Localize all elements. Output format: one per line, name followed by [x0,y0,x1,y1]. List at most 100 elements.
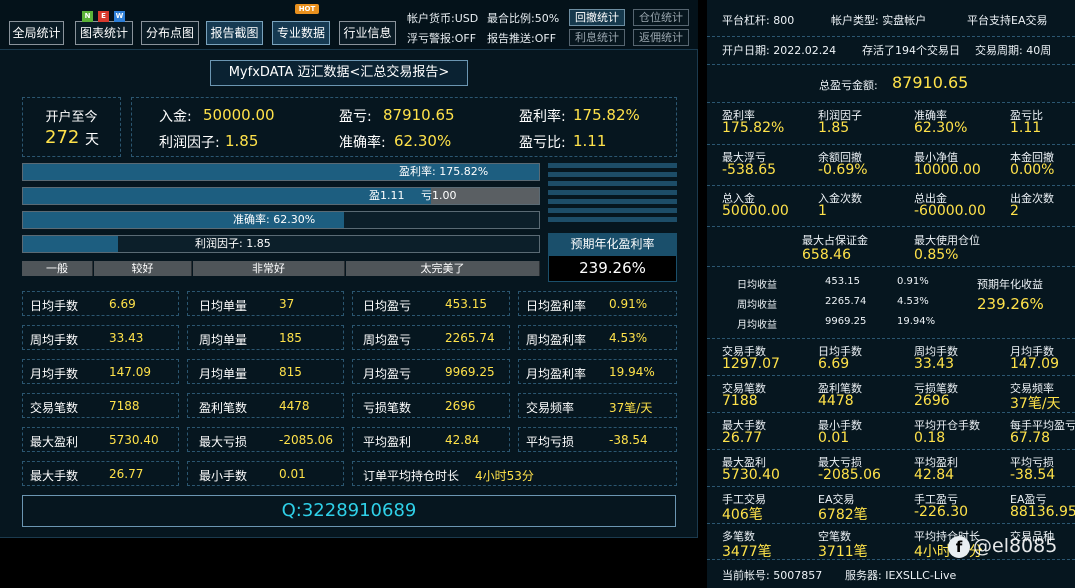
stat-cell: 月均手数 147.09 [22,359,179,384]
accuracy-value: 62.30% [394,132,452,150]
stat-value: 0.91% [609,297,648,311]
max-margin-value: 658.46 [802,247,851,263]
right-stat-value: 0.00% [1010,162,1055,178]
profit-rate-bar: 盈利率: 175.82% [22,163,540,181]
distribution-chart-button[interactable]: 分布点图 [141,21,199,45]
total-profit-value: 87910.65 [892,73,969,92]
right-stat-row: 盈利率 175.82% 利润因子 1.85 准确率 62.30% 盈亏比 1.11 [707,103,1075,145]
stat-label: 周均单量 [199,333,248,347]
stat-label: 交易笔数 [30,401,79,415]
right-stat-value: -60000.00 [914,203,986,219]
open-date-row: 开户日期: 2022.02.24 存活了194个交易日 交易周期: 40周 [707,37,1075,65]
right-stat-row: 最大手数 26.77 最小手数 0.01 平均开仓手数 0.18 每手平均盈亏 67.78 [707,413,1075,450]
right-stat-value: 3711笔 [818,544,868,560]
right-stat-value: -38.54 [1010,467,1056,483]
account-type: 帐户类型: 实盘帐户 [831,14,927,27]
max-ratio: 最合比例:50% [487,12,560,25]
right-stat-value: 2 [1010,203,1019,219]
stat-cell: 平均亏损 -38.54 [518,427,677,452]
stat-value: 6.69 [109,297,136,311]
daily-returns-row: 日均收益 453.15 0.91% 周均收益 2265.74 4.53% 月均收… [707,267,1075,339]
right-stat-value: 3477笔 [722,544,772,560]
stat-cell: 日均单量 37 [187,291,344,316]
win-text: 盈1.11 [369,189,405,202]
position-stats-button[interactable]: 仓位统计 [633,9,689,26]
stat-label: 月均手数 [30,367,79,381]
margin-row: 最大占保证金 658.46 最大使用仓位 0.85% [707,227,1075,267]
level-very-good: 非常好 [193,261,345,276]
summary-box: 入金: 50000.00 盈亏: 87910.65 盈利率: 175.82% 利… [131,97,677,157]
total-profit-row: 总盈亏金额: 87910.65 [707,65,1075,103]
stat-cell: 月均盈亏 9969.25 [352,359,510,384]
profit-factor-label: 利润因子: [159,135,220,151]
weekly-return-rate: 4.53% [897,296,929,307]
right-stat-value: 2696 [914,393,950,409]
industry-info-button[interactable]: 行业信息 [339,21,396,45]
right-stat-value: 6.69 [818,356,850,372]
current-account: 当前帐号: 5007857 [722,569,823,582]
drawdown-stats-button[interactable]: 回撤统计 [569,9,625,26]
stat-value: 9969.25 [445,365,495,379]
stat-cell: 订单平均持仓时长 4小时53分 [352,461,677,486]
open-days-label: 开户至今 [45,110,98,125]
report-title: MyfxDATA 迈汇数据<汇总交易报告> [210,60,468,86]
new-badge-w: W [114,11,125,22]
loss-text: 亏1.00 [421,189,457,202]
right-stat-value: 50000.00 [722,203,789,219]
stat-cell: 最大盈利 5730.40 [22,427,179,452]
right-stat-row: 手工交易 406笔 EA交易 6782笔 手工盈亏 -226.30 EA盈亏 88136.95 [707,487,1075,524]
right-stat-value: 175.82% [722,120,785,136]
hot-badge: HOT [295,4,319,14]
stat-label: 日均单量 [199,299,248,313]
profit-value: 87910.65 [383,106,455,124]
stat-label: 平均亏损 [526,435,575,449]
stat-cell: 月均单量 815 [187,359,344,384]
right-stat-value: 1297.07 [722,356,780,372]
right-stat-value: 37笔/天 [1010,396,1061,412]
pro-data-button[interactable]: 专业数据 [272,21,330,45]
stat-label: 盈利笔数 [199,401,248,415]
chart-stats-button[interactable]: 图表统计 [75,21,133,45]
platform-row: 平台杠杆: 800 帐户类型: 实盘帐户 平台支持EA交易 [707,0,1075,37]
stat-label: 月均单量 [199,367,248,381]
stat-value: 147.09 [109,365,151,379]
interest-stats-button[interactable]: 利息统计 [569,29,625,46]
right-stat-value: 62.30% [914,120,968,136]
win-loss-bar: 盈1.11 亏1.00 [22,187,540,205]
accuracy-bar: 准确率: 62.30% [22,211,540,229]
ea-support: 平台支持EA交易 [967,14,1048,27]
stat-value: 26.77 [109,467,144,481]
annual-rate-label: 预期年化盈利率 [548,233,677,255]
stat-value: 2265.74 [445,331,495,345]
right-stat-row: 交易笔数 7188 盈利笔数 4478 亏损笔数 2696 交易频率 37笔/天 [707,376,1075,413]
accuracy-bar-text: 准确率: 62.30% [233,213,316,226]
stat-value: 0.01 [279,467,306,481]
stat-value: 7188 [109,399,140,413]
right-stat-value: -538.65 [722,162,777,178]
weekly-return-value: 2265.74 [825,296,867,307]
stat-cell: 最大手数 26.77 [22,461,179,486]
rebate-stats-button[interactable]: 返佣统计 [633,29,689,46]
trade-period: 交易周期: 40周 [975,44,1052,57]
stat-label: 日均盈亏 [363,299,412,313]
stat-cell: 日均手数 6.69 [22,291,179,316]
stat-value: -38.54 [609,433,648,447]
right-stat-value: 26.77 [722,430,763,446]
report-screenshot-button[interactable]: 报告截图 [206,21,263,45]
right-stat-value: 1 [818,203,827,219]
stat-value: 4小时53分 [475,469,534,483]
stat-label: 平均盈利 [363,435,412,449]
profit-factor-bar: 利润因子: 1.85 [22,235,540,253]
monthly-return-label: 月均收益 [737,320,777,331]
max-position-value: 0.85% [914,247,959,263]
stat-value: -2085.06 [279,433,333,447]
right-stat-value: 88136.95 [1010,504,1075,520]
profit-rate-bar-text: 盈利率: 175.82% [399,165,489,178]
global-stats-button[interactable]: 全局统计 [9,21,64,45]
pl-ratio-label: 盈亏比: [519,135,566,151]
stat-value: 33.43 [109,331,144,345]
stat-value: 37笔/天 [609,401,653,415]
stat-value: 2696 [445,399,476,413]
account-q-number: Q:3228910689 [22,495,676,527]
stat-label: 最大盈利 [30,435,79,449]
